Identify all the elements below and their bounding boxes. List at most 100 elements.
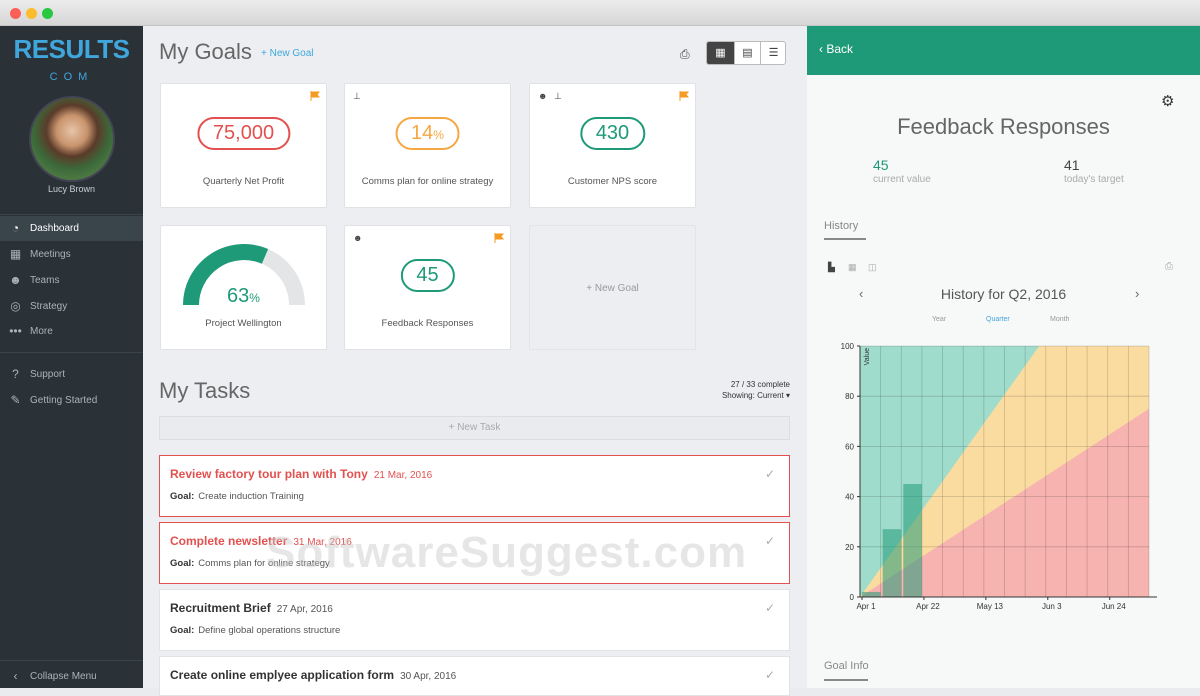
sidebar-item-label: More [30, 326, 53, 337]
goal-value: 75,000 [196, 117, 291, 150]
y-tick-label: 40 [845, 493, 854, 502]
task-title[interactable]: Review factory tour plan with Tony 21 Mar… [170, 467, 432, 481]
close-window-icon[interactable] [10, 8, 21, 19]
print-icon[interactable]: ⎙ [680, 47, 690, 62]
goal-value: 430 [579, 117, 646, 150]
sidebar-item-label: Support [30, 369, 66, 380]
sidebar: RESULTS COM Lucy Brown ◔ Dashboard ▦ Mee… [0, 26, 143, 688]
grid-view-icon[interactable]: ▦ [707, 42, 734, 64]
x-tick-label: Jun 3 [1042, 602, 1062, 611]
sidebar-item-teams[interactable]: ☻ Teams [0, 268, 143, 293]
user-name[interactable]: Lucy Brown [0, 184, 143, 194]
sidebar-item-meetings[interactable]: ▦ Meetings [0, 242, 143, 267]
panel-title: Feedback Responses [897, 114, 1110, 139]
people-icon: ☻ [353, 233, 363, 243]
list-view-icon[interactable]: ☰ [760, 42, 785, 64]
gear-icon[interactable]: ⚙ [1161, 92, 1174, 110]
new-task-button[interactable]: + New Task [159, 416, 790, 440]
goal-card[interactable]: 63% Project Wellington [160, 225, 327, 350]
tab-history[interactable]: History [824, 220, 858, 232]
goal-label: Project Wellington [205, 318, 282, 329]
minimize-window-icon[interactable] [26, 8, 37, 19]
window-titlebar [0, 0, 1200, 26]
bar [903, 484, 922, 597]
divider [0, 214, 143, 215]
sidebar-item-strategy[interactable]: ◎ Strategy [0, 294, 143, 319]
help-icon: ? [12, 367, 19, 381]
watermark: SoftwareSuggest.com [266, 528, 748, 577]
table-view-icon[interactable]: ▤ [734, 42, 760, 64]
goal-card[interactable]: ☻ 45 Feedback Responses [344, 225, 511, 350]
task-item[interactable]: Create online emplyee application form 30… [159, 656, 790, 696]
caret-down-icon: ▾ [785, 391, 790, 400]
y-tick-label: 100 [841, 342, 855, 351]
history-chart: 0 20 40 60 80 100 Apr 1 Apr 22 May 13 Jun 3 Jun 24… [841, 342, 1157, 611]
avatar[interactable] [29, 96, 115, 182]
check-icon[interactable]: ✓ [765, 534, 775, 548]
bar [882, 529, 902, 597]
more-icon: ••• [9, 324, 22, 338]
task-title[interactable]: Recruitment Brief 27 Apr, 2016 [170, 601, 333, 615]
goal-label: Quarterly Net Profit [202, 176, 285, 187]
target-value-label: today's target [1064, 174, 1124, 185]
goal-card[interactable]: 75,000 Quarterly Net Profit [160, 83, 327, 208]
y-tick-label: 20 [845, 543, 854, 552]
goal-card[interactable]: ⊥ 14% Comms plan for online strategy [344, 83, 511, 208]
collapse-menu-button[interactable]: ‹ Collapse Menu [0, 664, 143, 689]
tab-underline [824, 238, 866, 240]
flag-icon [679, 91, 689, 101]
view-toggle: ▦ ▤ ☰ [706, 41, 786, 65]
back-button[interactable]: ‹ Back [819, 42, 853, 56]
goal-detail-panel: ‹ Back ⚙ Feedback Responses 45 current v… [807, 26, 1200, 688]
task-date: 27 Apr, 2016 [276, 604, 333, 615]
sidebar-item-more[interactable]: ••• More [0, 319, 143, 344]
period-year[interactable]: Year [932, 316, 946, 323]
task-item[interactable]: Review factory tour plan with Tony 21 Mar… [159, 455, 790, 517]
x-tick-label: Jun 24 [1102, 602, 1127, 611]
task-goal: Goal: Define global operations structure [170, 625, 341, 636]
check-icon[interactable]: ✓ [765, 668, 775, 682]
hierarchy-icon: ⊥ [353, 91, 361, 101]
chart-title: History for Q2, 2016 [940, 286, 1067, 302]
tab-underline [824, 679, 868, 681]
compass-icon: ◎ [10, 299, 21, 313]
chevron-right-icon[interactable]: › [1135, 286, 1139, 301]
dashboard-icon: ◔ [11, 221, 20, 235]
goal-label: Feedback Responses [381, 318, 474, 329]
new-goal-link[interactable]: + New Goal [261, 48, 314, 59]
period-month[interactable]: Month [1050, 316, 1069, 323]
tab-goal-info[interactable]: Goal Info [824, 660, 869, 672]
sidebar-item-support[interactable]: ? Support [0, 362, 143, 387]
chevron-left-icon: ‹ [13, 669, 18, 683]
wrench-icon: ✎ [10, 393, 21, 407]
new-goal-card[interactable]: + New Goal [529, 225, 696, 350]
panel-header: ‹ Back [807, 26, 1200, 75]
tasks-summary: 27 / 33 complete [730, 380, 790, 389]
task-item[interactable]: Recruitment Brief 27 Apr, 2016 Goal: Defin… [159, 589, 790, 651]
print-icon[interactable]: ⎙ [1165, 261, 1173, 272]
check-icon[interactable]: ✓ [765, 601, 775, 615]
divider [0, 660, 143, 661]
period-quarter[interactable]: Quarter [986, 316, 1010, 323]
collapse-menu-label: Collapse Menu [30, 671, 97, 682]
goal-card[interactable]: ☻ ⊥ 430 Customer NPS score [529, 83, 696, 208]
people-icon: ☻ [538, 91, 548, 101]
sidebar-item-label: Dashboard [30, 223, 79, 234]
sidebar-item-dashboard[interactable]: ◔ Dashboard [0, 216, 143, 241]
task-title[interactable]: Create online emplyee application form 30… [170, 668, 456, 682]
bar-chart-icon[interactable]: ▙ [828, 262, 835, 273]
goal-label: Comms plan for online strategy [361, 176, 494, 187]
maximize-window-icon[interactable] [42, 8, 53, 19]
task-date: 21 Mar, 2016 [373, 470, 433, 481]
columns-icon[interactable]: ◫ [868, 262, 877, 273]
target-value: 41 [1064, 157, 1080, 173]
logo[interactable]: RESULTS [0, 34, 143, 65]
sidebar-item-getting-started[interactable]: ✎ Getting Started [0, 388, 143, 413]
tasks-filter-dropdown[interactable]: Showing: Current ▾ [722, 391, 790, 400]
x-tick-label: Apr 22 [916, 602, 940, 611]
flag-icon [494, 233, 504, 243]
table-icon[interactable]: ▦ [848, 262, 857, 273]
task-goal: Goal: Create induction Training [170, 491, 304, 502]
check-icon[interactable]: ✓ [765, 467, 775, 481]
sidebar-item-label: Getting Started [30, 395, 98, 406]
